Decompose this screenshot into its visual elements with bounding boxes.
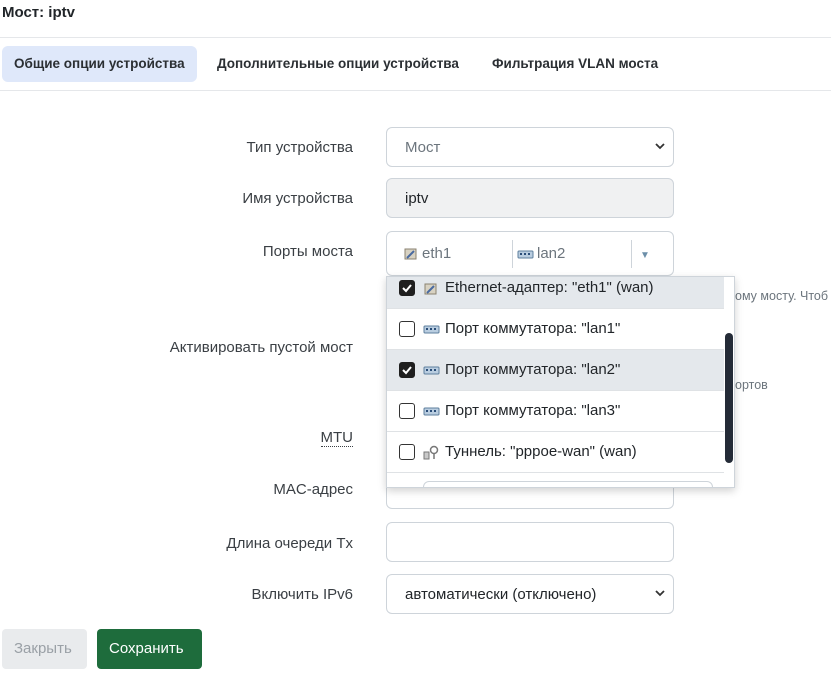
option-label: Порт коммутатора: "lan2" [445,361,621,378]
option-label: Ethernet-адаптер: "eth1" (wan) [445,279,654,296]
checkbox-checked[interactable] [399,362,415,378]
selected-port-label: eth1 [422,245,452,262]
device-type-select[interactable]: Мост [386,127,674,167]
port-option-lan3[interactable]: Порт коммутатора: "lan3" [387,391,724,432]
bridge-ports-hint: ому мосту. Чтоб [735,289,829,303]
switch-port-icon [423,407,440,416]
switch-port-icon [423,325,440,334]
close-button[interactable]: Закрыть [2,629,87,669]
port-option-pppoe-wan[interactable]: Туннель: "pppoe-wan" (wan) [387,432,724,473]
mtu-label: MTU [0,429,353,447]
tab-advanced-options[interactable]: Дополнительные опции устройства [205,46,471,82]
option-label: Порт коммутатора: "lan3" [445,402,621,419]
ipv6-value: автоматически (отключено) [405,586,597,603]
tab-vlan-filtering[interactable]: Фильтрация VLAN моста [480,46,670,82]
tx-queue-label: Длина очереди Tx [226,535,353,552]
empty-bridge-label: Активировать пустой мост [169,339,353,356]
chevron-down-icon [655,590,665,597]
port-option-lan2[interactable]: Порт коммутатора: "lan2" [387,350,724,391]
mtu-label-text: MTU [320,429,353,447]
empty-bridge-hint: ортов [735,378,768,392]
tx-queue-input[interactable] [386,522,674,562]
option-label: Туннель: "pppoe-wan" (wan) [445,443,637,460]
switch-port-icon [517,250,534,258]
custom-port-input[interactable] [423,481,713,487]
switch-port-icon [423,366,440,375]
device-name-value: iptv [405,190,429,207]
port-option-lan1[interactable]: Порт коммутатора: "lan1" [387,309,724,350]
selected-port-eth1[interactable]: eth1 [403,245,451,262]
dropdown-scrollbar[interactable] [725,333,733,463]
device-name-label: Имя устройства [242,190,353,207]
divider [631,240,632,268]
selected-port-lan2[interactable]: lan2 [517,245,565,262]
divider [0,37,831,38]
mac-label: MAC-адрес [273,481,353,498]
tab-general-options[interactable]: Общие опции устройства [2,46,197,82]
bridge-ports-label: Порты моста [262,243,353,260]
page-title: Мост: iptv [2,4,75,21]
save-button[interactable]: Сохранить [97,629,202,669]
ipv6-select[interactable]: автоматически (отключено) [386,574,674,614]
chevron-down-icon [655,143,665,150]
bridge-ports-multiselect[interactable]: eth1 lan2 [386,231,674,276]
checkbox-unchecked[interactable] [399,321,415,337]
bridge-ports-dropdown[interactable]: Ethernet-адаптер: "eth1" (wan) Порт комм… [386,276,735,488]
ipv6-label: Включить IPv6 [251,586,353,603]
device-type-value: Мост [405,139,441,156]
port-option-eth1[interactable]: Ethernet-адаптер: "eth1" (wan) [387,277,724,309]
divider [0,90,831,91]
option-label: Порт коммутатора: "lan1" [445,320,621,337]
device-type-label: Тип устройства [246,139,353,156]
checkbox-checked[interactable] [399,280,415,296]
selected-port-label: lan2 [537,245,566,262]
tunnel-icon [423,445,439,460]
ethernet-adapter-icon [424,283,437,295]
dropdown-toggle-icon[interactable]: ▼ [640,250,650,261]
checkbox-unchecked[interactable] [399,403,415,419]
checkbox-unchecked[interactable] [399,444,415,460]
divider [512,240,513,268]
device-name-field[interactable]: iptv [386,178,674,218]
ethernet-adapter-icon [404,248,417,259]
